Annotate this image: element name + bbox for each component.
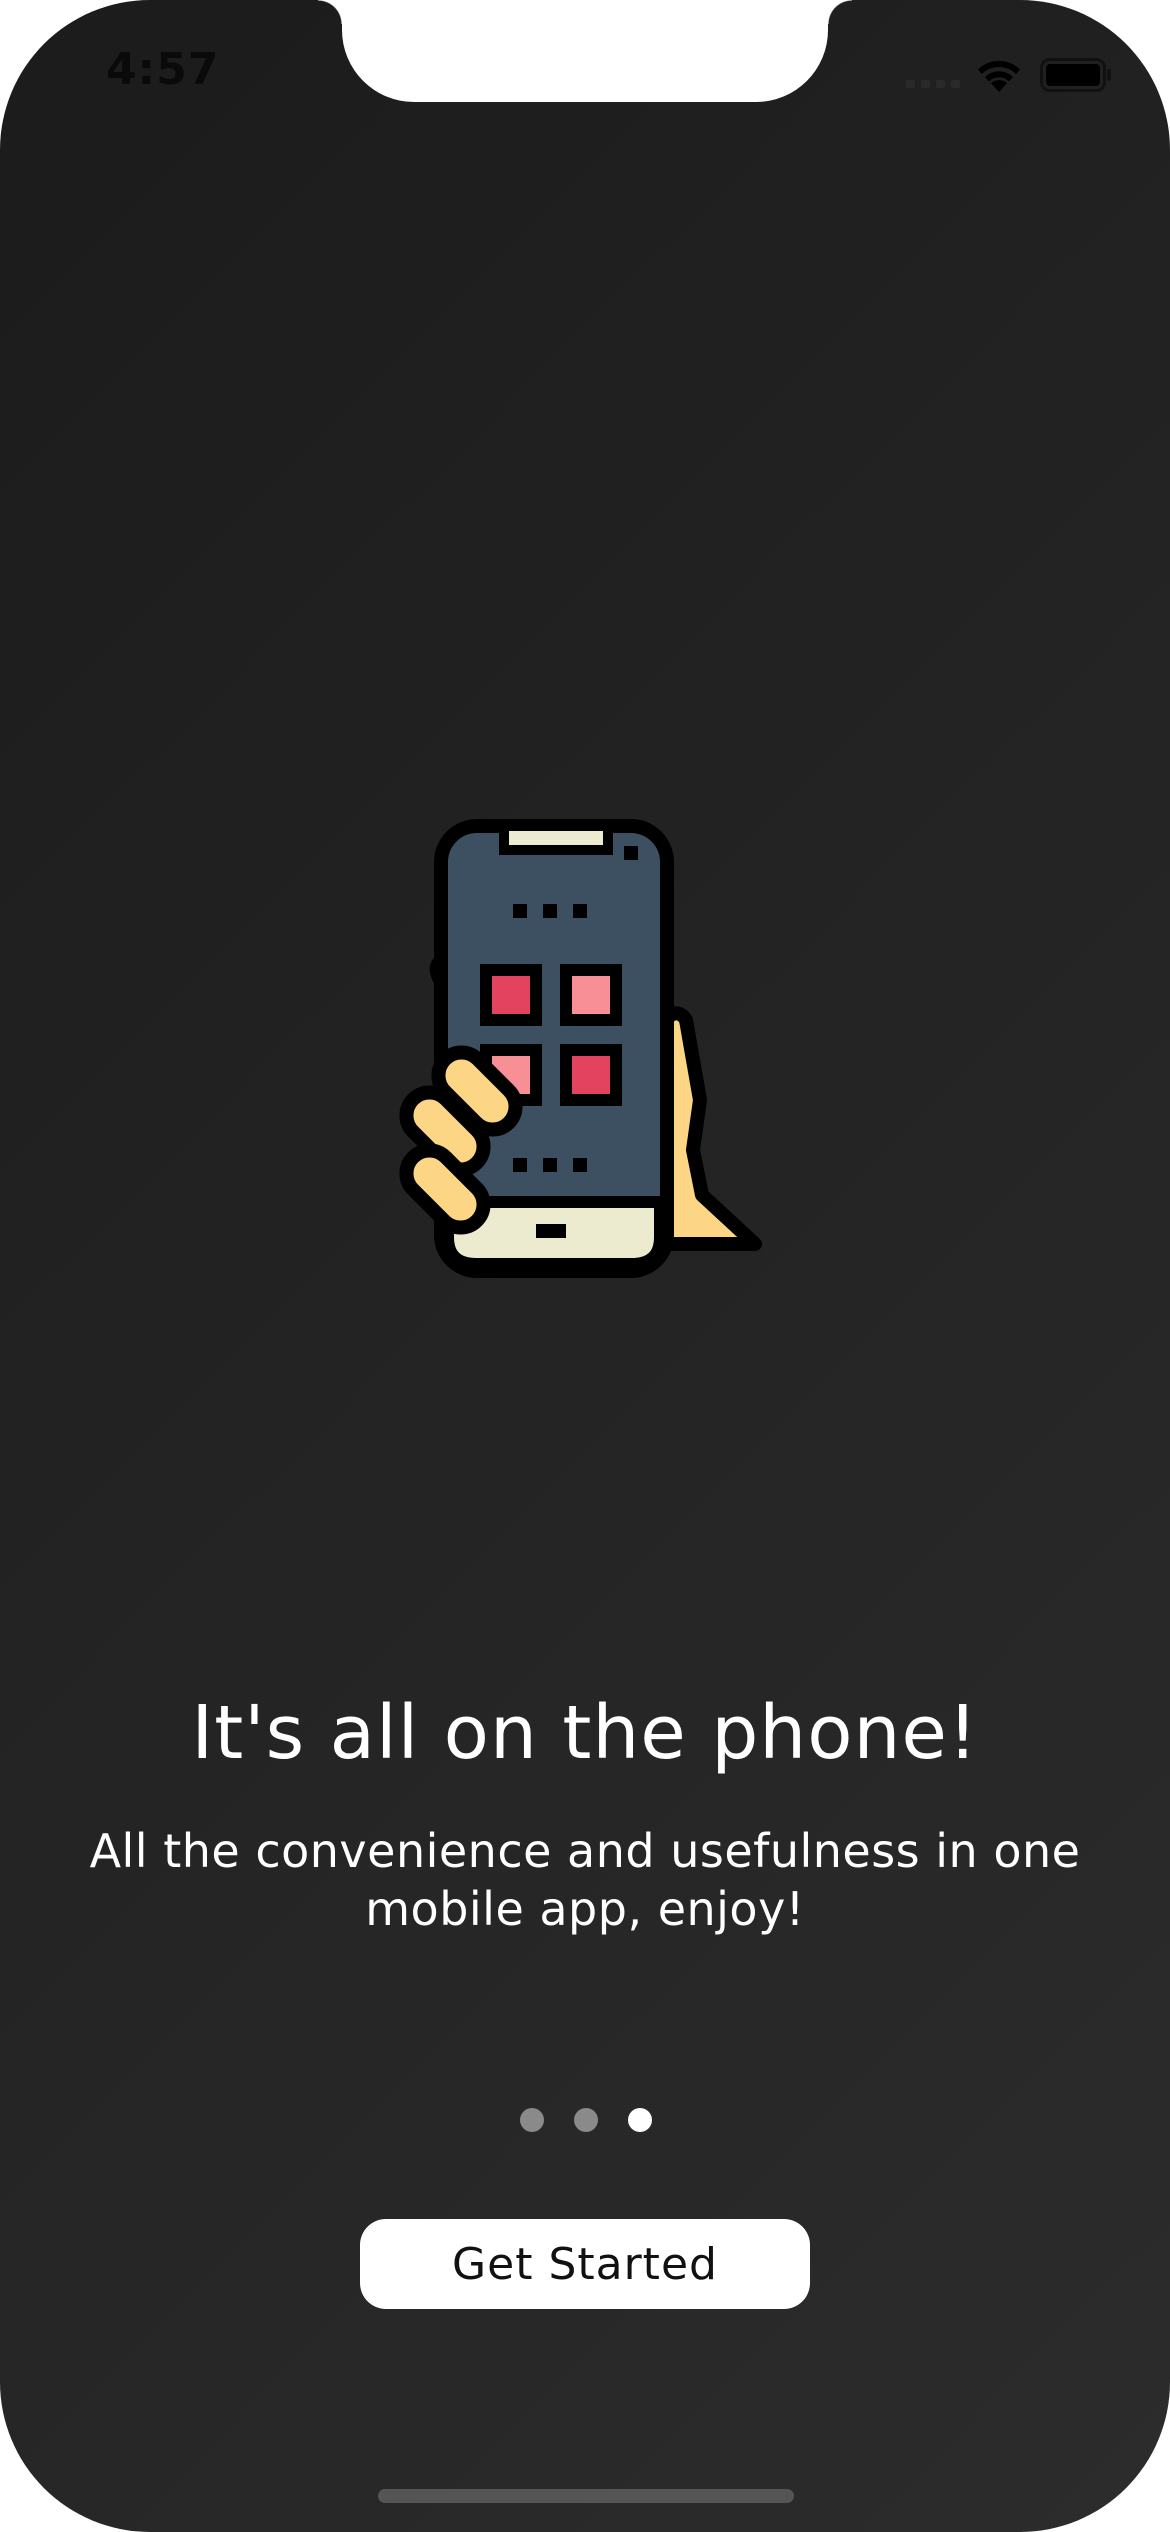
wifi-icon xyxy=(978,60,1020,92)
device-notch xyxy=(318,0,852,102)
page-indicator[interactable] xyxy=(0,2108,1170,2132)
onboarding-screen: 4:57 It's all on the phone! All the conv… xyxy=(0,0,1170,2532)
get-started-button[interactable]: Get Started xyxy=(360,2219,810,2309)
cellular-signal-icon xyxy=(906,80,960,90)
hand-holding-phone-icon xyxy=(399,819,762,1278)
page-dot-1[interactable] xyxy=(520,2108,544,2132)
onboarding-subtitle: All the convenience and usefulness in on… xyxy=(89,1824,1081,1936)
home-indicator[interactable] xyxy=(378,2489,794,2503)
onboarding-headline: It's all on the phone! xyxy=(191,1690,979,1776)
page-dot-3-active[interactable] xyxy=(628,2108,652,2132)
page-dot-2[interactable] xyxy=(574,2108,598,2132)
battery-full-icon xyxy=(1040,58,1111,92)
status-bar-time: 4:57 xyxy=(106,44,220,95)
